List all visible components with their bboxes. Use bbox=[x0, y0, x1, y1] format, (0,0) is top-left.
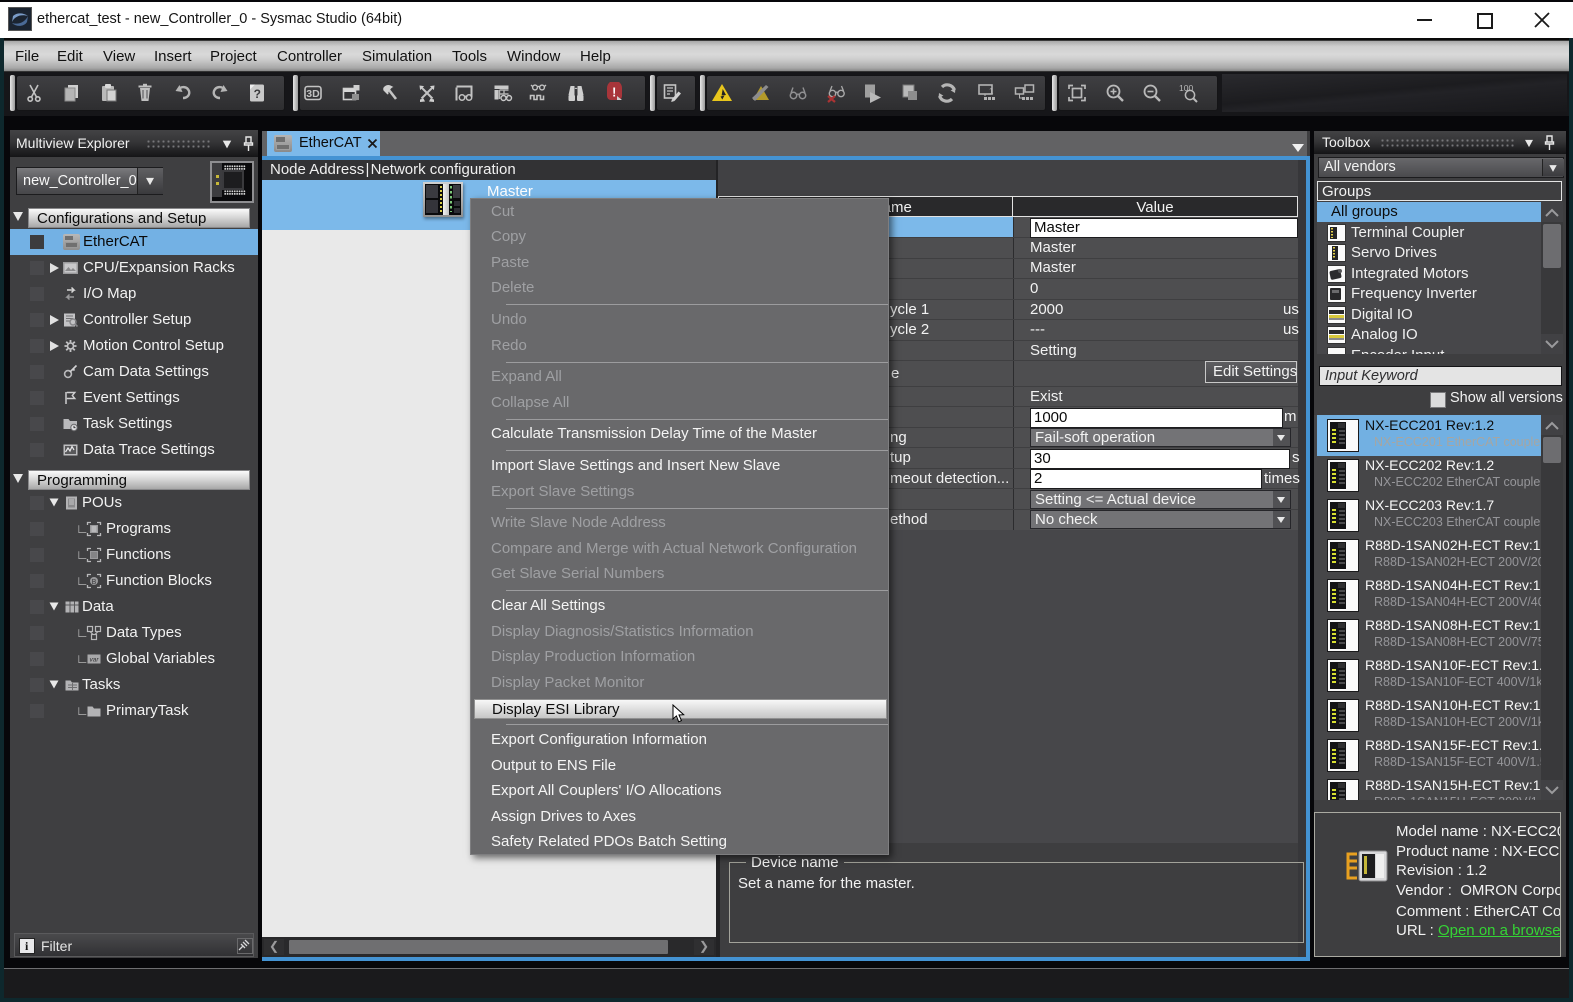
svg-text:!: ! bbox=[612, 86, 616, 100]
svg-text:3D: 3D bbox=[306, 88, 320, 100]
svg-text:B: B bbox=[92, 579, 97, 586]
svg-text:var: var bbox=[89, 657, 99, 664]
svg-text:?: ? bbox=[254, 87, 261, 101]
svg-text:1: 1 bbox=[989, 87, 994, 96]
